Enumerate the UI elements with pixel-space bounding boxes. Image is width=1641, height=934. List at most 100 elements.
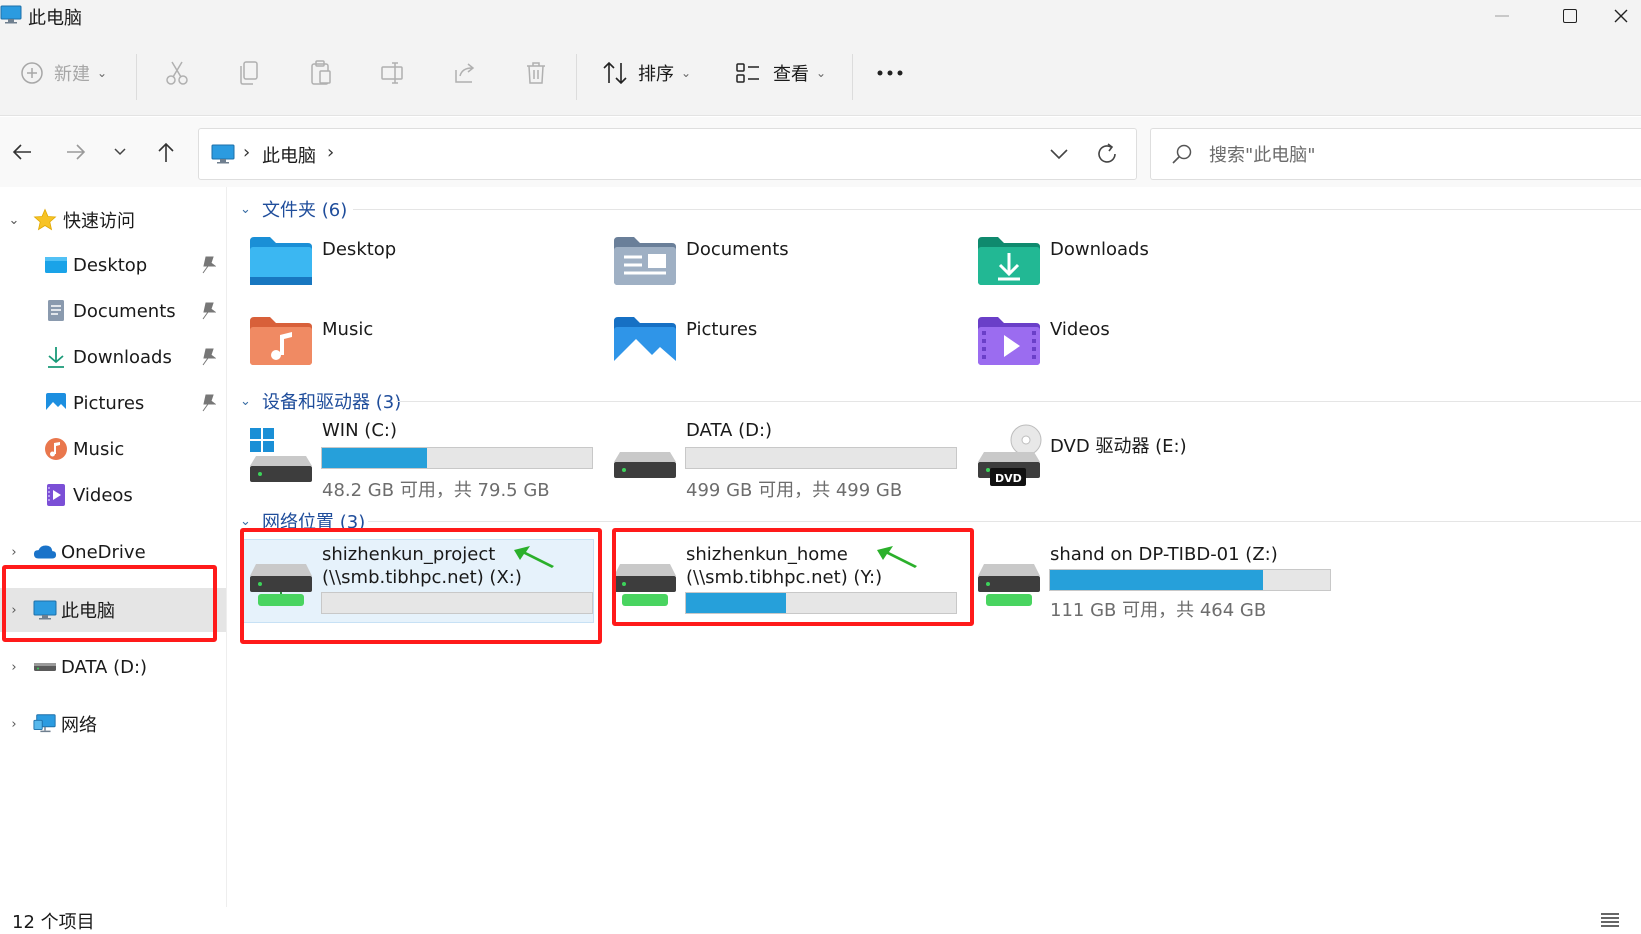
forward-button[interactable]	[58, 135, 94, 169]
new-button[interactable]: 新建 ⌄	[20, 54, 107, 92]
dvd-badge: DVD	[995, 472, 1022, 485]
pin-icon[interactable]	[200, 348, 216, 366]
search-icon	[1172, 144, 1192, 164]
desktop-folder-icon	[250, 237, 312, 285]
rename-button[interactable]	[380, 54, 406, 92]
drive-usage-bar	[685, 447, 957, 469]
drive-name: WIN (C:)	[322, 420, 397, 441]
green-arrow-icon	[514, 546, 554, 568]
sort-icon	[603, 61, 627, 85]
sidebar-item-desktop[interactable]: Desktop	[0, 243, 226, 287]
toolbar-divider	[852, 54, 853, 100]
folder-tile-music[interactable]: Music	[248, 307, 608, 377]
folder-name: Pictures	[686, 319, 758, 340]
rename-icon	[381, 62, 403, 84]
downloads-folder-icon	[978, 237, 1040, 285]
sidebar-item-network[interactable]: › 网络	[0, 702, 226, 746]
minimize-button[interactable]	[1467, 0, 1537, 32]
folder-name: Downloads	[1050, 239, 1149, 260]
network-icon	[33, 712, 57, 736]
folder-name: Videos	[1050, 319, 1110, 340]
sidebar-item-pictures[interactable]: Pictures	[0, 381, 226, 425]
pin-icon[interactable]	[200, 302, 216, 320]
recent-locations-button[interactable]	[102, 135, 138, 169]
group-divider	[368, 521, 1641, 522]
sidebar-item-quick-access[interactable]: ⌄ 快速访问	[0, 198, 226, 242]
network-tile-z[interactable]: shand on DP-TIBD-01 (Z:) 111 GB 可用，共 464…	[976, 542, 1336, 632]
folder-name: Documents	[686, 239, 789, 260]
search-input[interactable]	[1209, 141, 1609, 169]
view-button[interactable]: 查看 ⌄	[735, 54, 826, 92]
chevron-right-icon[interactable]: ›	[6, 660, 22, 675]
documents-icon	[44, 299, 68, 323]
folder-tile-videos[interactable]: Videos	[976, 307, 1336, 377]
up-button[interactable]	[148, 135, 184, 169]
chevron-down-icon: ⌄	[681, 66, 692, 80]
this-pc-icon	[0, 5, 22, 24]
share-icon	[455, 63, 475, 83]
group-divider	[396, 401, 1641, 402]
scissors-icon	[166, 61, 188, 85]
drive-usage-bar	[321, 447, 593, 469]
drive-usage-fill	[322, 448, 428, 468]
delete-button[interactable]	[524, 54, 548, 92]
folder-name: Music	[322, 319, 374, 340]
breadcrumb-this-pc[interactable]: 此电脑	[262, 142, 316, 168]
sidebar-item-data-drive[interactable]: › DATA (D:)	[0, 645, 226, 689]
network-drive-icon	[978, 564, 1040, 606]
drive-tile-d[interactable]: DATA (D:) 499 GB 可用，共 499 GB	[612, 420, 972, 502]
drive-tile-e[interactable]: DVD DVD 驱动器 (E:)	[976, 422, 1336, 502]
drive-usage-bar	[1049, 569, 1331, 591]
arrow-left-icon	[12, 144, 31, 160]
chevron-down-icon[interactable]	[1048, 141, 1070, 167]
chevron-right-icon[interactable]: ›	[6, 545, 22, 560]
videos-folder-icon	[978, 317, 1040, 365]
videos-icon	[44, 483, 68, 507]
chevron-down-icon[interactable]: ⌄	[6, 213, 22, 228]
chevron-right-icon[interactable]: ›	[6, 717, 22, 732]
search-box[interactable]	[1150, 128, 1641, 180]
drive-tile-c[interactable]: WIN (C:) 48.2 GB 可用，共 79.5 GB	[248, 420, 608, 502]
sidebar-item-downloads[interactable]: Downloads	[0, 335, 226, 379]
pin-icon[interactable]	[200, 394, 216, 412]
sort-button[interactable]: 排序 ⌄	[602, 54, 691, 92]
paste-button[interactable]	[309, 54, 333, 92]
sidebar-item-label: Desktop	[73, 254, 148, 276]
close-button[interactable]	[1600, 0, 1641, 32]
sidebar-item-label: Videos	[73, 484, 133, 506]
share-button[interactable]	[452, 54, 478, 92]
copy-button[interactable]	[238, 54, 260, 92]
folder-tile-desktop[interactable]: Desktop	[248, 227, 608, 297]
navigation-row: › 此电脑 ›	[0, 117, 1641, 187]
chevron-down-icon: ⌄	[816, 66, 827, 80]
windows-drive-icon	[250, 428, 312, 482]
group-header-devices[interactable]: ⌄ 设备和驱动器 (3)	[240, 389, 401, 413]
details-view-icon[interactable]	[1600, 912, 1620, 928]
sidebar-item-documents[interactable]: Documents	[0, 289, 226, 333]
sidebar-item-label: Pictures	[73, 392, 145, 414]
breadcrumb-separator-icon[interactable]: ›	[327, 142, 334, 163]
address-bar[interactable]: › 此电脑 ›	[198, 128, 1137, 180]
cut-button[interactable]	[165, 54, 189, 92]
folder-tile-documents[interactable]: Documents	[612, 227, 972, 297]
folder-tile-pictures[interactable]: Pictures	[612, 307, 972, 377]
maximize-button[interactable]	[1535, 0, 1605, 32]
more-options-button[interactable]	[876, 54, 904, 92]
close-icon	[1614, 9, 1627, 23]
green-arrow-icon	[877, 546, 917, 568]
navigation-pane: ⌄ 快速访问 Desktop Documents Downloads Pictu…	[0, 187, 227, 907]
folder-tile-downloads[interactable]: Downloads	[976, 227, 1336, 297]
item-count: 12 个项目	[12, 912, 95, 933]
group-title: 文件夹 (6)	[262, 200, 348, 221]
back-button[interactable]	[4, 135, 40, 169]
new-label: 新建	[54, 64, 90, 85]
refresh-icon[interactable]	[1094, 141, 1120, 167]
sidebar-item-videos[interactable]: Videos	[0, 473, 226, 517]
pin-icon[interactable]	[200, 256, 216, 274]
sidebar-item-music[interactable]: Music	[0, 427, 226, 471]
chevron-down-icon: ⌄	[240, 513, 251, 529]
sidebar-item-label: DATA (D:)	[61, 656, 148, 678]
group-header-folders[interactable]: ⌄ 文件夹 (6)	[240, 197, 347, 221]
breadcrumb-separator-icon: ›	[243, 142, 251, 163]
chevron-down-icon: ⌄	[240, 393, 251, 409]
